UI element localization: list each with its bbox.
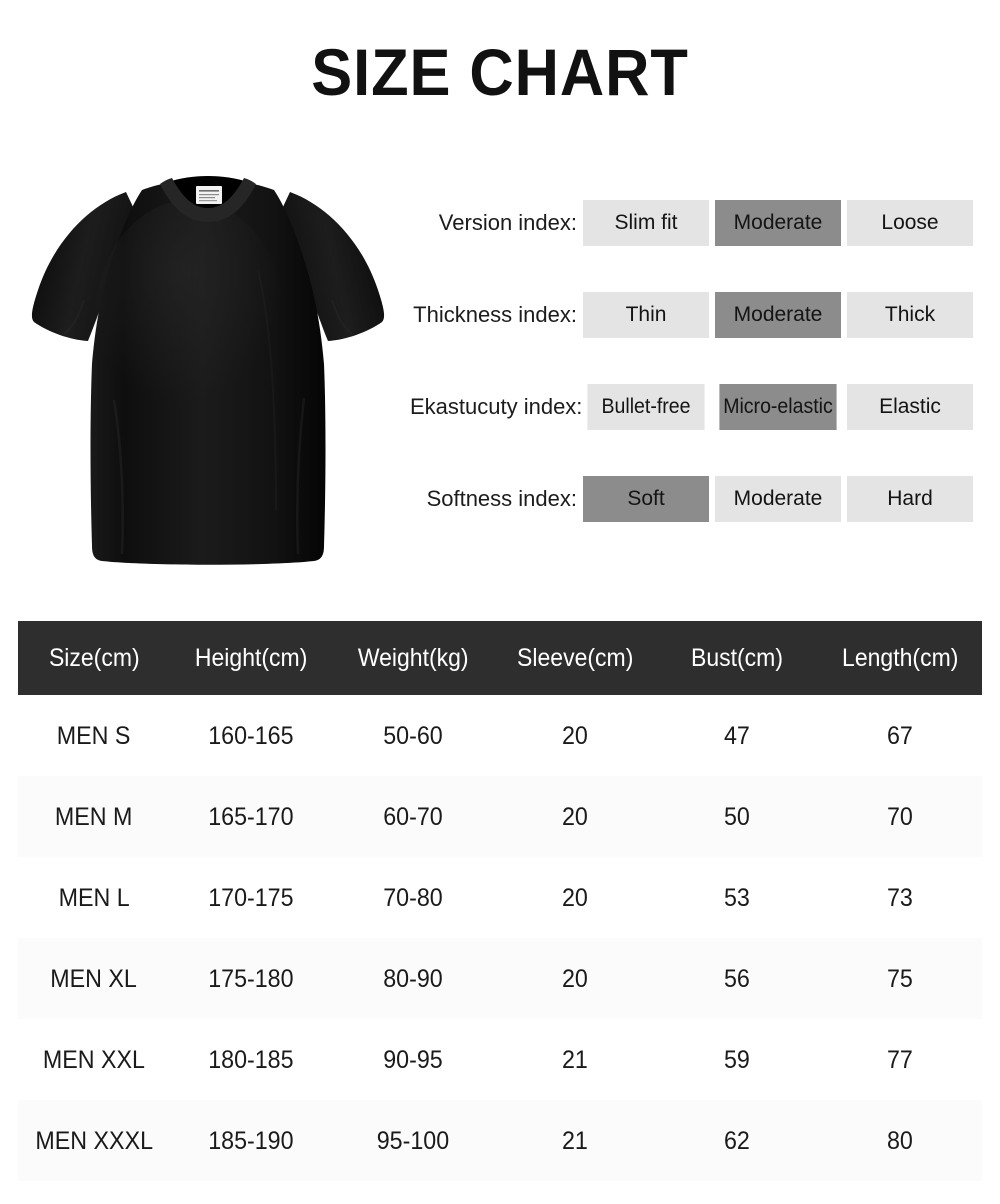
index-option-thin[interactable]: Thin	[583, 292, 709, 338]
index-label-softness: Softness index:	[426, 486, 577, 511]
index-label-elasticity: Ekastucuty index:	[410, 394, 583, 419]
product-image	[18, 150, 398, 580]
cell-weight: 60-70	[332, 776, 494, 857]
cell-height: 175-180	[170, 938, 332, 1019]
cell-bust: 53	[724, 883, 750, 912]
index-option-hard[interactable]: Hard	[847, 476, 973, 522]
index-label-thickness: Thickness index:	[413, 302, 577, 327]
table-header-height: Height(cm)	[170, 621, 332, 695]
table-row: MEN M 165-170 60-70 20 50 70	[18, 776, 982, 857]
cell-height: 180-185	[208, 1045, 294, 1074]
cell-size: MEN L	[58, 883, 130, 912]
cell-bust: 62	[656, 1100, 818, 1181]
cell-height: 170-175	[208, 883, 294, 912]
index-option-micro-elastic[interactable]: Micro-elastic	[719, 384, 837, 430]
table-row: MEN L 170-175 70-80 20 53 73	[18, 857, 982, 938]
cell-weight: 80-90	[332, 938, 494, 1019]
table-header-bust: Bust(cm)	[656, 621, 818, 695]
table-header-size: Size(cm)	[18, 621, 170, 695]
cell-sleeve: 21	[562, 1045, 588, 1074]
cell-size: MEN M	[18, 776, 170, 857]
index-options-softness: Soft Moderate Hard	[583, 476, 973, 522]
cell-size: MEN XXL	[42, 1045, 146, 1074]
index-option-version-moderate[interactable]: Moderate	[715, 200, 841, 246]
cell-height: 160-165	[208, 721, 294, 750]
cell-sleeve: 20	[494, 938, 656, 1019]
index-row-thickness: Thickness index: Thin Moderate Thick	[410, 292, 982, 338]
table-row: MEN XL 175-180 80-90 20 56 75	[18, 938, 982, 1019]
cell-bust: 47	[724, 721, 750, 750]
cell-weight: 50-60	[383, 721, 443, 750]
table-header-sleeve: Sleeve(cm)	[494, 621, 656, 695]
table-header-length: Length(cm)	[818, 621, 982, 695]
index-row-elasticity: Ekastucuty index: Bullet-free Micro-elas…	[410, 384, 982, 430]
cell-bust: 50	[656, 776, 818, 857]
cell-weight: 90-95	[383, 1045, 443, 1074]
index-options-elasticity: Bullet-free Micro-elastic Elastic	[583, 384, 973, 430]
index-option-thickness-moderate[interactable]: Moderate	[715, 292, 841, 338]
cell-size: MEN XL	[18, 938, 170, 1019]
page-title: SIZE CHART	[311, 35, 689, 109]
table-header-row: Size(cm) Height(cm) Weight(kg) Sleeve(cm…	[18, 621, 982, 695]
cell-bust: 56	[656, 938, 818, 1019]
index-option-softness-moderate[interactable]: Moderate	[715, 476, 841, 522]
neck-label	[196, 186, 222, 204]
cell-sleeve: 20	[562, 721, 588, 750]
cell-length: 73	[887, 883, 913, 912]
index-options-version: Slim fit Moderate Loose	[583, 200, 973, 246]
cell-sleeve: 20	[562, 883, 588, 912]
t-shirt-illustration	[31, 176, 385, 565]
cell-length: 67	[887, 721, 913, 750]
index-option-slim-fit[interactable]: Slim fit	[583, 200, 709, 246]
index-label-version: Version index:	[438, 210, 577, 235]
cell-sleeve: 21	[494, 1100, 656, 1181]
cell-length: 80	[818, 1100, 982, 1181]
index-option-soft[interactable]: Soft	[583, 476, 709, 522]
table-row: MEN XXL 180-185 90-95 21 59 77	[18, 1019, 982, 1100]
cell-weight: 70-80	[383, 883, 443, 912]
table-header-weight: Weight(kg)	[332, 621, 494, 695]
index-row-softness: Softness index: Soft Moderate Hard	[410, 476, 982, 522]
index-option-bullet-free[interactable]: Bullet-free	[587, 384, 705, 430]
index-option-thick[interactable]: Thick	[847, 292, 973, 338]
cell-weight: 95-100	[332, 1100, 494, 1181]
size-table: Size(cm) Height(cm) Weight(kg) Sleeve(cm…	[18, 621, 982, 1181]
table-row: MEN XXXL 185-190 95-100 21 62 80	[18, 1100, 982, 1181]
index-option-loose[interactable]: Loose	[847, 200, 973, 246]
cell-length: 77	[887, 1045, 913, 1074]
cell-sleeve: 20	[494, 776, 656, 857]
table-row: MEN S 160-165 50-60 20 47 67	[18, 695, 982, 776]
index-option-elastic[interactable]: Elastic	[847, 384, 973, 430]
cell-length: 70	[818, 776, 982, 857]
index-row-version: Version index: Slim fit Moderate Loose	[410, 200, 982, 246]
cell-height: 165-170	[170, 776, 332, 857]
cell-height: 185-190	[170, 1100, 332, 1181]
cell-bust: 59	[724, 1045, 750, 1074]
cell-size: MEN XXXL	[18, 1100, 170, 1181]
cell-size: MEN S	[57, 721, 131, 750]
index-options-thickness: Thin Moderate Thick	[583, 292, 973, 338]
index-panel: Version index: Slim fit Moderate Loose T…	[410, 200, 982, 522]
cell-length: 75	[818, 938, 982, 1019]
